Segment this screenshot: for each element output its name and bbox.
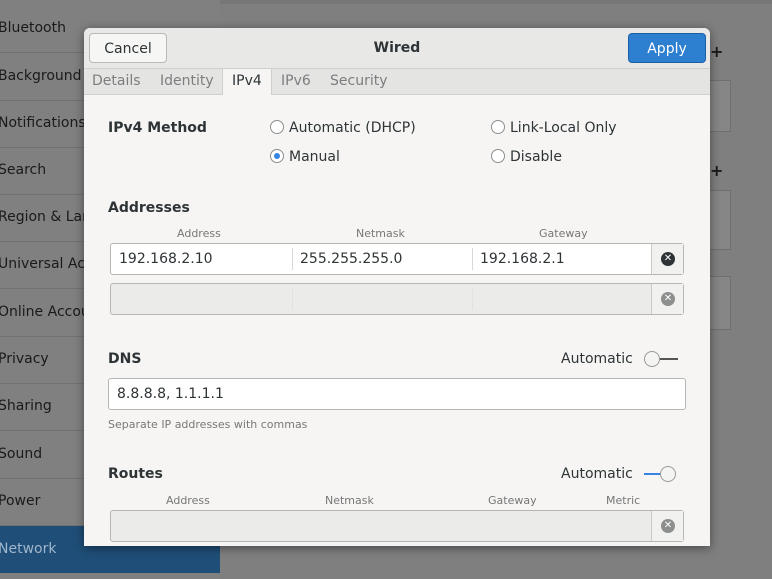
tab-ipv6[interactable]: IPv6 bbox=[281, 69, 311, 94]
routes-heading: Routes bbox=[108, 466, 163, 482]
routes-automatic-switch[interactable] bbox=[642, 464, 676, 484]
routes-automatic-label: Automatic bbox=[561, 466, 633, 482]
delete-icon: ✕ bbox=[661, 252, 675, 266]
sidebar-item-label: Sound bbox=[0, 446, 43, 462]
add-connection-plus-icon[interactable]: + bbox=[710, 42, 723, 61]
netmask-input[interactable]: 255.255.255.0 bbox=[300, 244, 470, 274]
switch-knob bbox=[644, 351, 660, 367]
method-automatic-radio[interactable]: Automatic (DHCP) bbox=[270, 119, 416, 137]
settings-top-border bbox=[220, 0, 772, 4]
dialog-headerbar: Cancel Wired Apply bbox=[84, 28, 710, 69]
delete-icon: ✕ bbox=[661, 519, 675, 533]
method-disable-label: Disable bbox=[510, 149, 562, 165]
ipv4-method-label: IPv4 Method bbox=[108, 120, 207, 136]
route-gateway-column-header: Gateway bbox=[488, 494, 537, 507]
route-row: ✕ bbox=[110, 510, 684, 542]
gateway-column-header: Gateway bbox=[539, 227, 588, 240]
sidebar-item-label: Bluetooth bbox=[0, 20, 66, 36]
address-input[interactable] bbox=[119, 284, 289, 314]
sidebar-item-label: Search bbox=[0, 162, 47, 178]
addresses-heading: Addresses bbox=[108, 200, 190, 216]
background-card bbox=[710, 190, 731, 250]
background-card bbox=[710, 80, 731, 132]
method-automatic-label: Automatic (DHCP) bbox=[289, 120, 416, 136]
add-vpn-plus-icon[interactable]: + bbox=[710, 161, 723, 180]
tab-identity[interactable]: Identity bbox=[160, 69, 214, 94]
method-disable-radio[interactable]: Disable bbox=[491, 148, 562, 166]
method-manual-radio[interactable]: Manual bbox=[270, 148, 340, 166]
tab-security[interactable]: Security bbox=[330, 69, 388, 94]
tab-ipv4[interactable]: IPv4 bbox=[222, 69, 272, 95]
wired-dialog: Cancel Wired Apply Details Identity IPv4… bbox=[84, 28, 710, 546]
dialog-title: Wired bbox=[373, 40, 421, 56]
address-input[interactable]: 192.168.2.10 bbox=[119, 244, 289, 274]
delete-icon: ✕ bbox=[661, 292, 675, 306]
address-row: ✕ bbox=[110, 283, 684, 315]
route-netmask-column-header: Netmask bbox=[325, 494, 374, 507]
method-link-local-radio[interactable]: Link-Local Only bbox=[491, 119, 617, 137]
tab-details[interactable]: Details bbox=[92, 69, 141, 94]
delete-address-button[interactable]: ✕ bbox=[651, 284, 683, 314]
gateway-input[interactable] bbox=[480, 284, 650, 314]
column-divider bbox=[292, 248, 293, 270]
address-column-header: Address bbox=[177, 227, 221, 240]
switch-knob bbox=[660, 466, 676, 482]
tab-bar: Details Identity IPv4 IPv6 Security bbox=[84, 69, 710, 95]
column-divider bbox=[292, 288, 293, 310]
sidebar-item-label: Power bbox=[0, 493, 41, 509]
radio-unchecked-icon bbox=[491, 149, 505, 163]
sidebar-item-label: Network bbox=[0, 541, 57, 557]
radio-unchecked-icon bbox=[270, 120, 284, 134]
sidebar-item-label: Notifications bbox=[0, 115, 86, 131]
dns-heading: DNS bbox=[108, 351, 142, 367]
dns-input[interactable]: 8.8.8.8, 1.1.1.1 bbox=[108, 378, 686, 410]
column-divider bbox=[472, 248, 473, 270]
radio-checked-icon bbox=[270, 149, 284, 163]
column-divider bbox=[472, 288, 473, 310]
sidebar-item-label: Privacy bbox=[0, 351, 49, 367]
radio-unchecked-icon bbox=[491, 120, 505, 134]
apply-button[interactable]: Apply bbox=[628, 33, 706, 63]
netmask-input[interactable] bbox=[300, 284, 470, 314]
background-card bbox=[710, 276, 731, 330]
sidebar-item-label: Background bbox=[0, 68, 82, 84]
route-metric-column-header: Metric bbox=[606, 494, 641, 507]
route-address-column-header: Address bbox=[166, 494, 210, 507]
delete-route-button[interactable]: ✕ bbox=[651, 511, 683, 541]
delete-address-button[interactable]: ✕ bbox=[651, 244, 683, 274]
gateway-input[interactable]: 192.168.2.1 bbox=[480, 244, 650, 274]
dns-automatic-label: Automatic bbox=[561, 351, 633, 367]
address-row: 192.168.2.10 255.255.255.0 192.168.2.1 ✕ bbox=[110, 243, 684, 275]
sidebar-item-label: Sharing bbox=[0, 398, 52, 414]
dns-hint: Separate IP addresses with commas bbox=[108, 418, 308, 431]
netmask-column-header: Netmask bbox=[356, 227, 405, 240]
method-link-local-label: Link-Local Only bbox=[510, 120, 617, 136]
dns-automatic-switch[interactable] bbox=[642, 349, 678, 369]
method-manual-label: Manual bbox=[289, 149, 340, 165]
